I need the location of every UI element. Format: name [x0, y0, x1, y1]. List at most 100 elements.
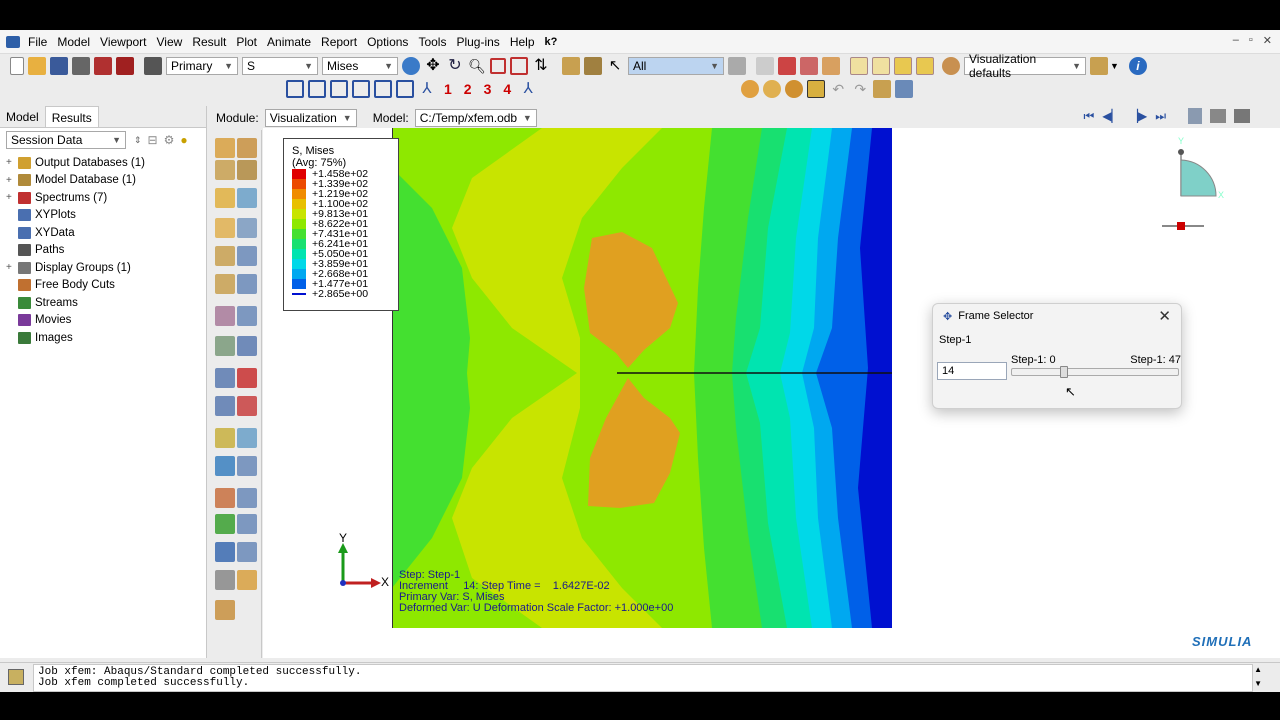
- print-icon[interactable]: [72, 57, 90, 75]
- toolbox-tool-icon[interactable]: [215, 188, 235, 208]
- menu-view[interactable]: View: [157, 35, 183, 49]
- toolbox-tool-icon[interactable]: [215, 514, 235, 534]
- view-iso-axes-icon[interactable]: ⅄: [418, 80, 436, 98]
- probe-icon[interactable]: [807, 80, 826, 98]
- toolbox-tool-icon[interactable]: [215, 488, 235, 508]
- view-custom-icon[interactable]: ⅄: [519, 80, 537, 98]
- message-scroll-up-icon[interactable]: ▲: [1254, 665, 1262, 674]
- lightbulb-icon[interactable]: ●: [180, 133, 187, 147]
- previous-frame-icon[interactable]: ◀▏: [1102, 109, 1120, 123]
- undo-view-icon[interactable]: ↶: [829, 80, 847, 98]
- toolbox-tool-icon[interactable]: [215, 428, 235, 448]
- menu-plugins[interactable]: Plug-ins: [456, 35, 499, 49]
- auto-fit-icon[interactable]: [510, 57, 528, 75]
- view-xy-icon[interactable]: [286, 80, 304, 98]
- tree-item[interactable]: Streams: [6, 294, 206, 312]
- first-frame-icon[interactable]: ⏮: [1083, 109, 1094, 124]
- toolbox-tool-icon[interactable]: [215, 456, 235, 476]
- tree-item[interactable]: Images: [6, 329, 206, 347]
- camera-icon[interactable]: [1210, 109, 1226, 123]
- selection-filter-select[interactable]: All ▼: [628, 57, 724, 75]
- display-group-icon[interactable]: [756, 57, 774, 75]
- view-yx-icon[interactable]: [308, 80, 326, 98]
- view-yz-icon[interactable]: [374, 80, 392, 98]
- toolbox-tool-icon[interactable]: [215, 306, 235, 326]
- tree-item[interactable]: + Spectrums (7): [6, 189, 206, 207]
- sync-icon[interactable]: [402, 57, 420, 75]
- close-window-icon[interactable]: ✕: [1263, 34, 1272, 47]
- pan-icon[interactable]: ✥: [424, 57, 442, 75]
- toolbox-tool-icon[interactable]: [237, 396, 257, 416]
- toolbox-tool-icon[interactable]: [215, 138, 235, 158]
- dropdown-arrow-icon[interactable]: ▼: [1110, 61, 1119, 71]
- toolbox-tool-icon[interactable]: [237, 570, 257, 590]
- view-3-button[interactable]: 3: [484, 81, 492, 97]
- menu-animate[interactable]: Animate: [267, 35, 311, 49]
- snapshot-icon[interactable]: [1234, 109, 1250, 123]
- toolbox-tool-icon[interactable]: [215, 368, 235, 388]
- message-scroll-down-icon[interactable]: ▼: [1254, 679, 1262, 688]
- frame-number-input[interactable]: 14: [937, 362, 1007, 380]
- toolbox-tool-icon[interactable]: [237, 188, 257, 208]
- render-wire-icon[interactable]: [741, 80, 760, 98]
- tree-item[interactable]: + Model Database (1): [6, 172, 206, 190]
- expand-icon[interactable]: +: [6, 175, 16, 186]
- tree-item[interactable]: + Display Groups (1): [6, 259, 206, 277]
- toolbox-tool-icon[interactable]: [215, 274, 235, 294]
- next-frame-icon[interactable]: ▕▶: [1129, 109, 1147, 123]
- tree-options-icon[interactable]: ⚙: [164, 133, 175, 147]
- toolbox-tool-icon[interactable]: [237, 542, 257, 562]
- render-shaded-icon[interactable]: [785, 80, 804, 98]
- select-arrow-icon[interactable]: ↖: [606, 57, 624, 75]
- expand-icon[interactable]: +: [6, 262, 16, 273]
- tree-item[interactable]: + Output Databases (1): [6, 154, 206, 172]
- zoom-box-icon[interactable]: [490, 58, 506, 74]
- toolbox-tool-icon[interactable]: [215, 246, 235, 266]
- field-output-icon[interactable]: [144, 57, 162, 75]
- toolbox-tool-icon[interactable]: [237, 274, 257, 294]
- table-icon[interactable]: [895, 80, 914, 98]
- open-icon[interactable]: [28, 57, 46, 75]
- menu-model[interactable]: Model: [57, 35, 90, 49]
- remove-icon[interactable]: [800, 57, 818, 75]
- view-2-button[interactable]: 2: [464, 81, 472, 97]
- query-icon[interactable]: [584, 57, 602, 75]
- spinner-icon[interactable]: ⇕: [134, 135, 142, 146]
- tree-item[interactable]: Free Body Cuts: [6, 277, 206, 295]
- visualization-defaults-select[interactable]: Visualization defaults ▼: [964, 52, 1086, 80]
- variable-select[interactable]: S ▼: [242, 57, 318, 75]
- csys-icon[interactable]: [873, 80, 892, 98]
- session-data-select[interactable]: Session Data ▼: [6, 131, 126, 149]
- view-zy-icon[interactable]: [396, 80, 414, 98]
- render-hidden-icon[interactable]: [763, 80, 782, 98]
- tree-item[interactable]: Movies: [6, 312, 206, 330]
- minimize-icon[interactable]: –: [1233, 34, 1239, 47]
- toolbox-tool-icon[interactable]: [215, 600, 235, 620]
- menu-options[interactable]: Options: [367, 35, 408, 49]
- toolbox-tool-icon[interactable]: [237, 306, 257, 326]
- close-icon[interactable]: ✕: [1158, 307, 1171, 325]
- new-file-icon[interactable]: [10, 57, 24, 75]
- toolbox-tool-icon[interactable]: [237, 514, 257, 534]
- toolbox-tool-icon[interactable]: [237, 246, 257, 266]
- menu-help[interactable]: Help: [510, 35, 535, 49]
- view-zx-icon[interactable]: [330, 80, 348, 98]
- rotate-icon[interactable]: ↻: [446, 57, 464, 75]
- frame-slider-thumb[interactable]: [1059, 366, 1068, 378]
- db-icon[interactable]: [94, 57, 112, 75]
- view-iso-icon[interactable]: [872, 57, 890, 75]
- view-manager-icon[interactable]: [822, 57, 840, 75]
- toolbox-tool-icon[interactable]: [215, 218, 235, 238]
- expand-icon[interactable]: +: [6, 192, 16, 203]
- filter-icon[interactable]: ⊟: [148, 133, 158, 147]
- view-side-icon[interactable]: [916, 57, 934, 75]
- component-select[interactable]: Mises ▼: [322, 57, 398, 75]
- toolbox-tool-icon[interactable]: [237, 218, 257, 238]
- replace-icon[interactable]: [778, 57, 796, 75]
- view-xz-icon[interactable]: [352, 80, 370, 98]
- toolbox-tool-icon[interactable]: [215, 160, 235, 180]
- toolbox-tool-icon[interactable]: [215, 336, 235, 356]
- tab-results[interactable]: Results: [44, 106, 99, 127]
- animate-options-icon[interactable]: [1188, 108, 1202, 124]
- menu-tools[interactable]: Tools: [418, 35, 446, 49]
